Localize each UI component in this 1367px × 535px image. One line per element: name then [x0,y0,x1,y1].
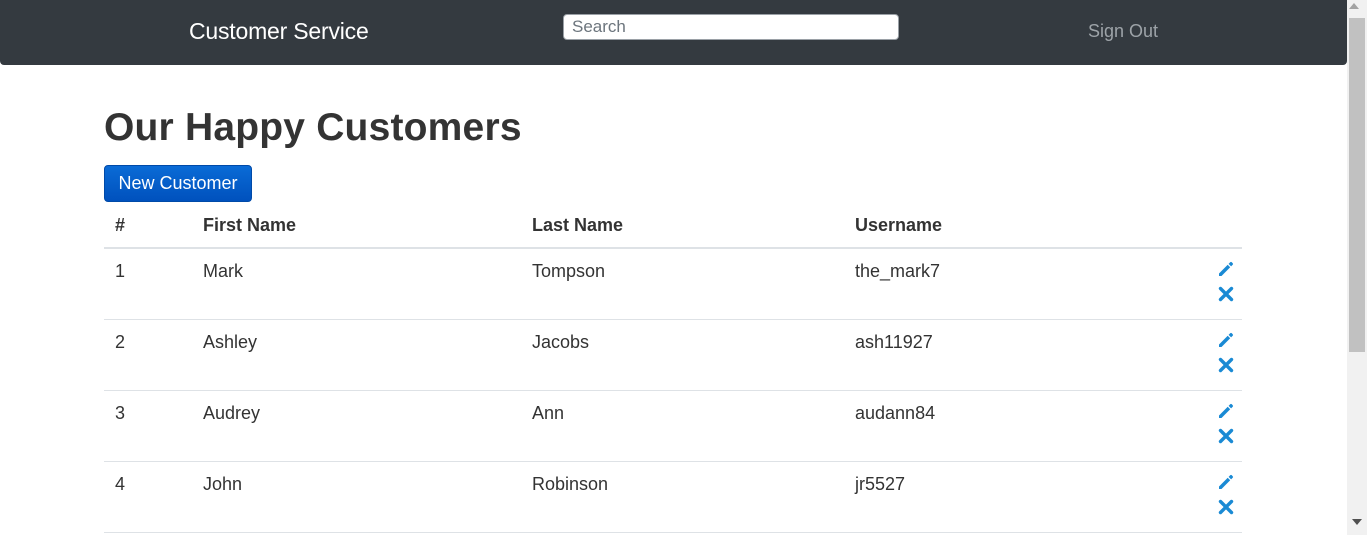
navbar: Customer Service Sign Out [0,0,1347,65]
sign-out-link[interactable]: Sign Out [1088,21,1158,42]
pencil-icon[interactable] [1217,473,1237,493]
cell-actions [1182,248,1242,320]
table-header-row: # First Name Last Name Username [104,204,1242,249]
cell-first-name: John [192,461,521,533]
cell-actions [1182,461,1242,533]
column-header-first-name: First Name [192,204,521,249]
cell-number: 1 [104,248,192,320]
table-row: 3 Audrey Ann audann84 [104,390,1242,462]
column-header-number: # [104,204,192,249]
scroll-up-arrow-icon[interactable] [1349,3,1359,9]
close-icon[interactable] [1217,498,1237,518]
cell-actions [1182,390,1242,462]
cell-number: 4 [104,461,192,533]
cell-username: ash11927 [844,319,1182,391]
table-row: 1 Mark Tompson the_mark7 [104,248,1242,320]
pencil-icon[interactable] [1217,402,1237,422]
cell-first-name: Ashley [192,319,521,391]
cell-number: 2 [104,319,192,391]
cell-last-name: Jacobs [521,319,844,391]
page: Customer Service Sign Out Our Happy Cust… [0,0,1367,535]
brand-title[interactable]: Customer Service [189,18,369,45]
column-header-username: Username [844,204,1182,249]
cell-last-name: Tompson [521,248,844,320]
cell-username: jr5527 [844,461,1182,533]
cell-username: audann84 [844,390,1182,462]
pencil-icon[interactable] [1217,260,1237,280]
customers-table: # First Name Last Name Username 1 Mark T… [104,204,1242,533]
scrollbar-thumb[interactable] [1349,18,1365,352]
pencil-icon[interactable] [1217,331,1237,351]
cell-last-name: Robinson [521,461,844,533]
close-icon[interactable] [1217,356,1237,376]
cell-first-name: Mark [192,248,521,320]
table-row: 2 Ashley Jacobs ash11927 [104,319,1242,391]
table-row: 4 John Robinson jr5527 [104,461,1242,533]
column-header-actions [1182,204,1242,249]
close-icon[interactable] [1217,427,1237,447]
cell-number: 3 [104,390,192,462]
cell-first-name: Audrey [192,390,521,462]
cell-username: the_mark7 [844,248,1182,320]
new-customer-button[interactable]: New Customer [104,165,252,202]
column-header-last-name: Last Name [521,204,844,249]
scroll-down-arrow-icon[interactable] [1352,519,1362,525]
cell-last-name: Ann [521,390,844,462]
cell-actions [1182,319,1242,391]
search-input[interactable] [563,14,899,40]
close-icon[interactable] [1217,285,1237,305]
page-title: Our Happy Customers [104,106,522,149]
